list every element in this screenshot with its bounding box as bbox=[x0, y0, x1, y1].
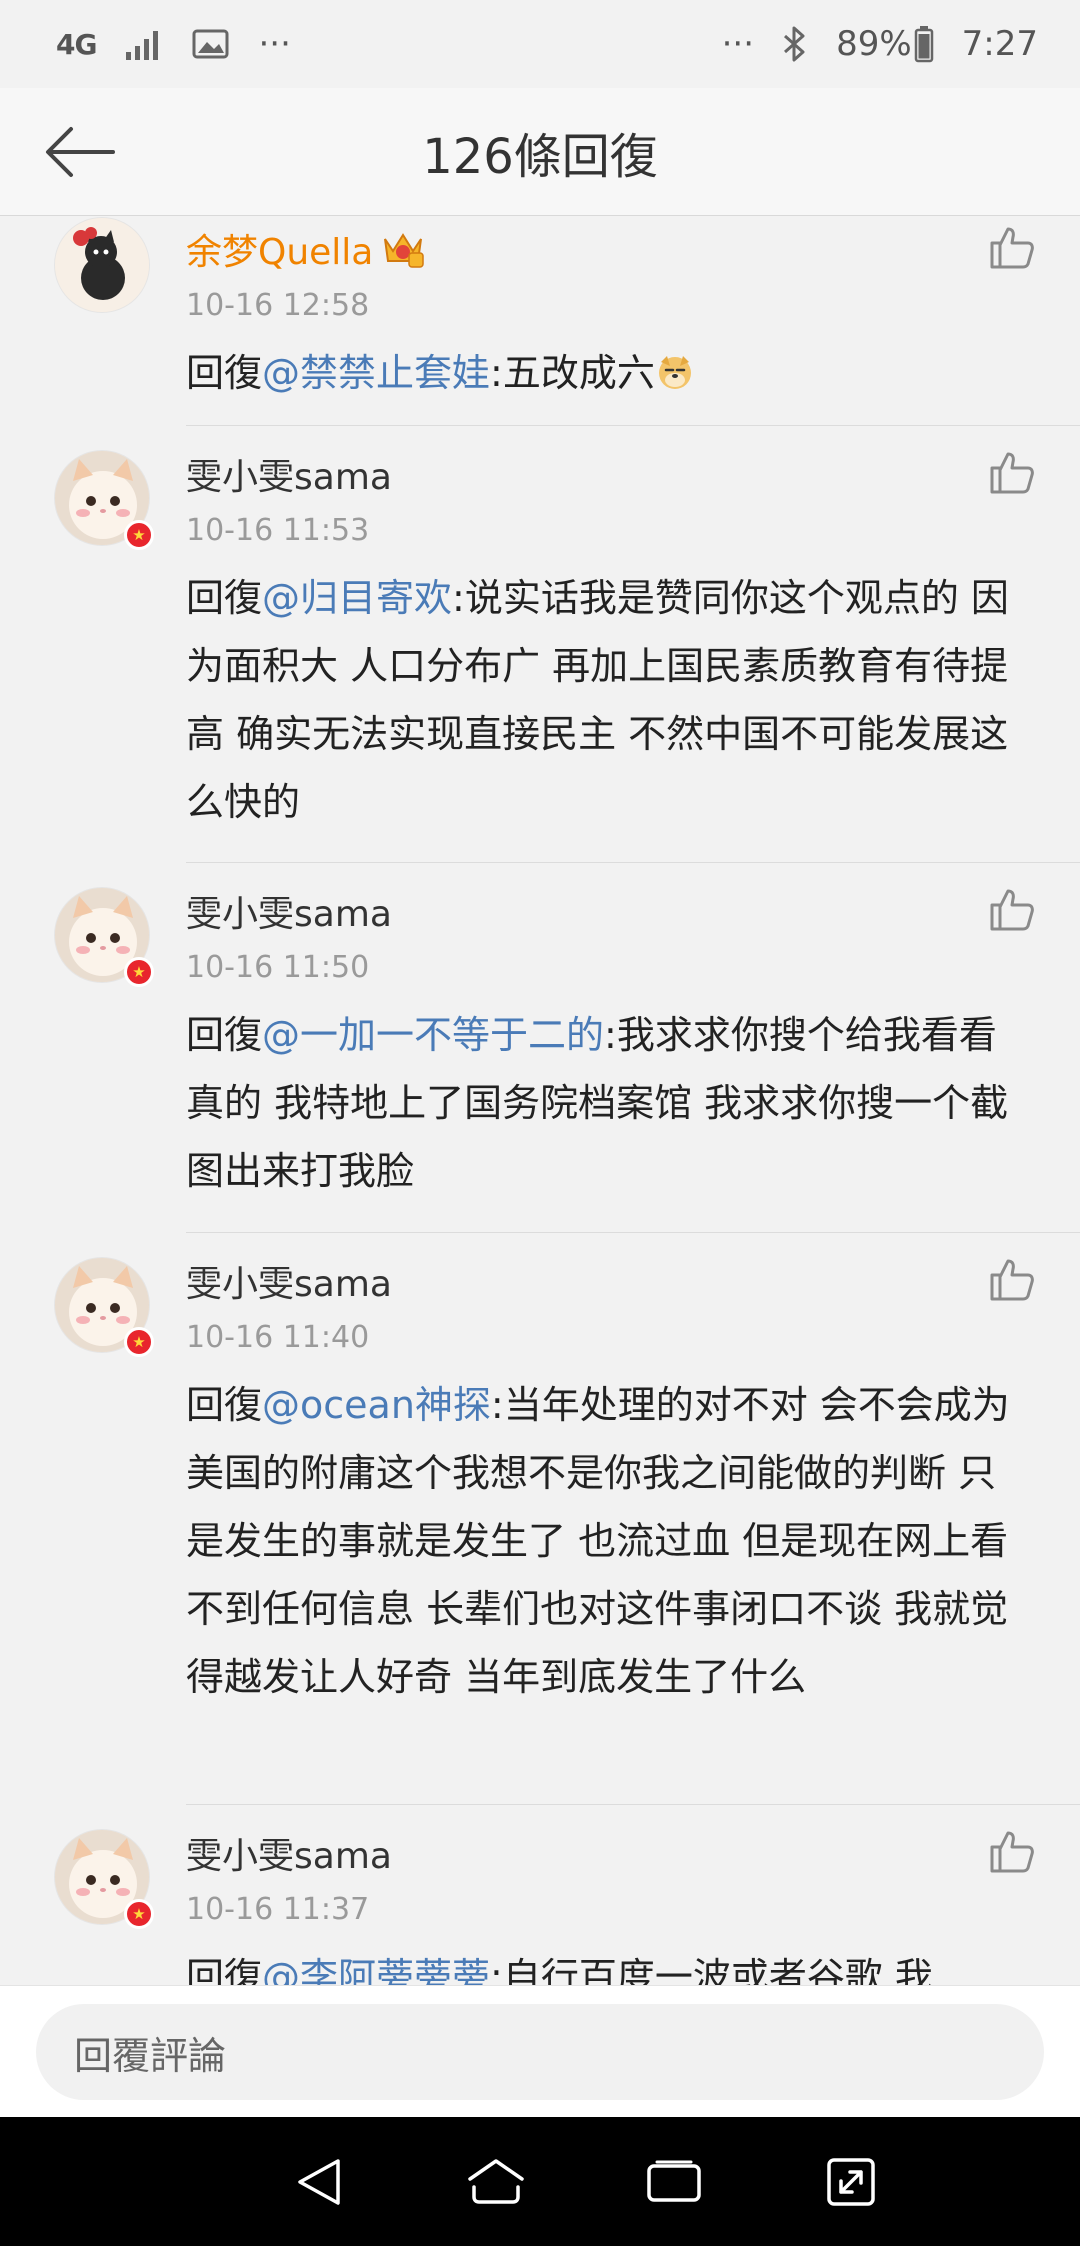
image-notification-icon bbox=[192, 24, 230, 64]
nav-split-button[interactable] bbox=[806, 2137, 896, 2227]
nav-home-button[interactable] bbox=[451, 2137, 541, 2227]
bluetooth-icon bbox=[782, 24, 808, 64]
comment-username[interactable]: 雯小雯sama bbox=[186, 446, 1032, 502]
clock: 7:27 bbox=[961, 24, 1038, 64]
more-status-icon: ··· bbox=[721, 24, 755, 64]
comment-list[interactable]: 余梦Quella 10-16 12:58 回復@禁禁止套娃:五改成六 ★ 雯小雯… bbox=[0, 217, 1080, 1985]
mention-link[interactable]: @ocean神探 bbox=[262, 1383, 491, 1427]
battery-percent: 89% bbox=[836, 24, 912, 64]
comment-time: 10-16 11:40 bbox=[186, 1319, 370, 1355]
verified-badge-icon: ★ bbox=[124, 957, 154, 987]
verified-badge-icon: ★ bbox=[124, 1327, 154, 1357]
top-bar: 126條回復 bbox=[0, 88, 1080, 216]
system-nav-bar bbox=[0, 2117, 1080, 2246]
verified-badge-icon: ★ bbox=[124, 520, 154, 550]
back-arrow-icon bbox=[46, 127, 115, 177]
comment-username[interactable]: 雯小雯sama bbox=[186, 1253, 1032, 1309]
mention-link[interactable]: @归目寄欢 bbox=[262, 576, 452, 620]
avatar[interactable]: ★ bbox=[54, 1829, 154, 1929]
more-notifications-icon: ··· bbox=[258, 24, 291, 64]
comment-time: 10-16 11:53 bbox=[186, 512, 370, 548]
comment-text: :当年处理的对不对 会不会成为美国的附庸这个我想不是你我之间能做的判断 只是发生… bbox=[186, 1383, 1010, 1699]
status-bar: 4G ··· ··· 89% 7:27 bbox=[0, 0, 1080, 88]
thumbs-up-icon bbox=[990, 227, 1034, 269]
reply-prefix: 回復 bbox=[186, 1013, 263, 1057]
comment-content: 回復@李阿蒡蒡蒡:自行百度一波或者谷歌 我 bbox=[186, 1943, 1032, 1985]
mention-link[interactable]: @一加一不等于二的 bbox=[262, 1013, 604, 1057]
back-button[interactable] bbox=[40, 120, 120, 184]
reply-prefix: 回復 bbox=[186, 351, 263, 395]
reply-bar: 回覆評論 bbox=[0, 1985, 1080, 2117]
reply-comment-input[interactable]: 回覆評論 bbox=[36, 2004, 1044, 2100]
comment-item: ★ 雯小雯sama 10-16 11:53 回復@归目寄欢:说实话我是赞同你这个… bbox=[0, 426, 1080, 863]
page-title: 126條回復 bbox=[422, 128, 658, 185]
signal-icon bbox=[124, 24, 164, 64]
avatar[interactable]: ★ bbox=[54, 887, 154, 987]
avatar-image bbox=[54, 217, 150, 313]
reply-prefix: 回復 bbox=[186, 1383, 263, 1427]
like-button[interactable] bbox=[984, 444, 1040, 500]
reply-prefix: 回復 bbox=[186, 1955, 263, 1985]
comment-text: :自行百度一波或者谷歌 我 bbox=[490, 1955, 933, 1985]
comment-item: ★ 雯小雯sama 10-16 11:50 回復@一加一不等于二的:我求求你搜个… bbox=[0, 863, 1080, 1233]
comment-item: ★ 雯小雯sama 10-16 11:37 回復@李阿蒡蒡蒡:自行百度一波或者谷… bbox=[0, 1805, 1080, 1985]
nav-back-icon bbox=[298, 2158, 340, 2205]
status-right: ··· 89% 7:27 bbox=[722, 24, 1038, 64]
screen: 4G ··· ··· 89% 7:27 126條回復 余梦Quella 10-1… bbox=[0, 0, 1080, 2246]
mention-link[interactable]: @禁禁止套娃 bbox=[262, 351, 490, 395]
thumbs-up-icon bbox=[990, 889, 1034, 931]
like-button[interactable] bbox=[984, 1823, 1040, 1879]
verified-badge-icon: ★ bbox=[124, 1899, 154, 1929]
comment-time: 10-16 11:37 bbox=[186, 1891, 370, 1927]
avatar[interactable] bbox=[54, 217, 150, 313]
thumbs-up-icon bbox=[990, 1831, 1034, 1873]
nav-recents-icon bbox=[647, 2160, 701, 2202]
like-button[interactable] bbox=[984, 881, 1040, 937]
nav-recents-button[interactable] bbox=[629, 2137, 719, 2227]
comment-content: 回復@归目寄欢:说实话我是赞同你这个观点的 因为面积大 人口分布广 再加上国民素… bbox=[186, 564, 1032, 836]
comment-time: 10-16 11:50 bbox=[186, 949, 370, 985]
username-text: 余梦Quella bbox=[186, 232, 374, 273]
status-left: 4G ··· bbox=[56, 24, 291, 64]
avatar[interactable]: ★ bbox=[54, 450, 154, 550]
network-type-label: 4G bbox=[56, 27, 97, 61]
comment-text: :五改成六 bbox=[490, 351, 655, 395]
thumbs-up-icon bbox=[990, 452, 1034, 494]
expand-screen-icon bbox=[827, 2157, 875, 2206]
vip-crown-icon bbox=[381, 229, 425, 269]
comment-time: 10-16 12:58 bbox=[186, 287, 370, 323]
comment-item: ★ 雯小雯sama 10-16 11:40 回復@ocean神探:当年处理的对不… bbox=[0, 1233, 1080, 1805]
comment-username[interactable]: 余梦Quella bbox=[186, 221, 1032, 277]
doge-emoji-icon bbox=[655, 345, 695, 413]
comment-content: 回復@禁禁止套娃:五改成六 bbox=[186, 339, 1032, 413]
battery-group: 89% bbox=[836, 24, 934, 64]
nav-home-icon bbox=[468, 2158, 524, 2204]
like-button[interactable] bbox=[984, 219, 1040, 275]
nav-back-button[interactable] bbox=[274, 2137, 364, 2227]
thumbs-up-icon bbox=[990, 1259, 1034, 1301]
avatar[interactable]: ★ bbox=[54, 1257, 154, 1357]
comment-item: 余梦Quella 10-16 12:58 回復@禁禁止套娃:五改成六 bbox=[0, 217, 1080, 426]
comment-username[interactable]: 雯小雯sama bbox=[186, 883, 1032, 939]
mention-link[interactable]: @李阿蒡蒡蒡 bbox=[262, 1955, 490, 1985]
comment-content: 回復@ocean神探:当年处理的对不对 会不会成为美国的附庸这个我想不是你我之间… bbox=[186, 1371, 1032, 1711]
comment-username[interactable]: 雯小雯sama bbox=[186, 1825, 1032, 1881]
battery-icon bbox=[914, 24, 934, 64]
like-button[interactable] bbox=[984, 1251, 1040, 1307]
reply-prefix: 回復 bbox=[186, 576, 263, 620]
comment-content: 回復@一加一不等于二的:我求求你搜个给我看看 真的 我特地上了国务院档案馆 我求… bbox=[186, 1001, 1032, 1205]
